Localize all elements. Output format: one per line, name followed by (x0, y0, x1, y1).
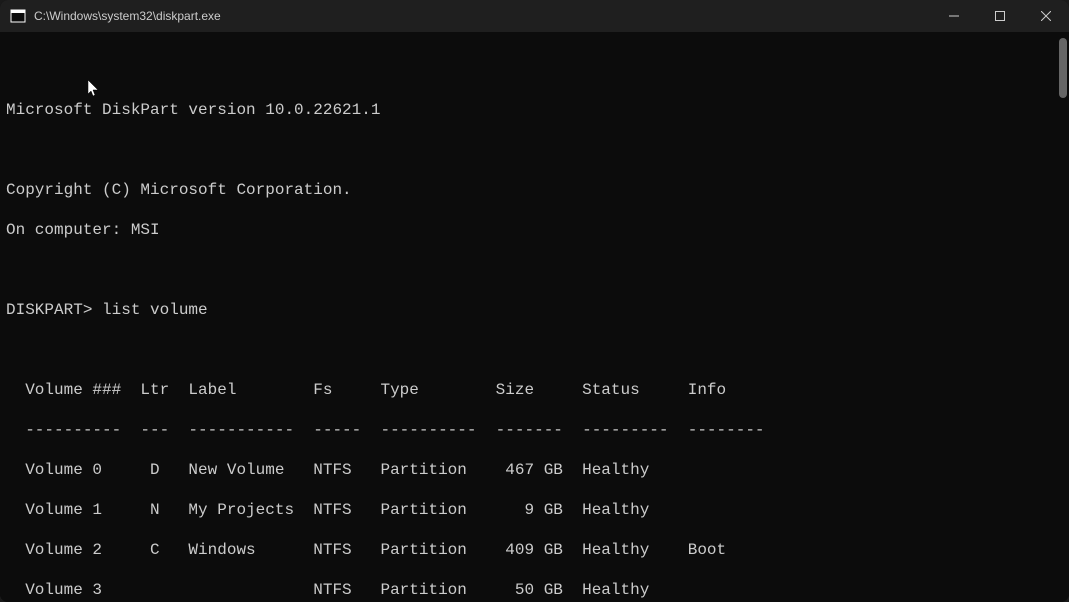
app-icon (10, 8, 26, 24)
terminal-output[interactable]: Microsoft DiskPart version 10.0.22621.1 … (0, 32, 1069, 602)
table-row: Volume 1 N My Projects NTFS Partition 9 … (6, 500, 1063, 520)
computer-line: On computer: MSI (6, 220, 1063, 240)
close-button[interactable] (1023, 0, 1069, 32)
blank-line (6, 340, 1063, 360)
table-row: Volume 0 D New Volume NTFS Partition 467… (6, 460, 1063, 480)
version-line: Microsoft DiskPart version 10.0.22621.1 (6, 100, 1063, 120)
table-row: Volume 2 C Windows NTFS Partition 409 GB… (6, 540, 1063, 560)
minimize-button[interactable] (931, 0, 977, 32)
scrollbar-thumb[interactable] (1059, 38, 1067, 98)
copyright-line: Copyright (C) Microsoft Corporation. (6, 180, 1063, 200)
window-controls (931, 0, 1069, 32)
blank-line (6, 260, 1063, 280)
table-divider: ---------- --- ----------- ----- -------… (6, 420, 1063, 440)
table-row: Volume 3 NTFS Partition 50 GB Healthy (6, 580, 1063, 600)
blank-line (6, 140, 1063, 160)
window-title: C:\Windows\system32\diskpart.exe (34, 9, 931, 23)
prompt-line: DISKPART> list volume (6, 300, 1063, 320)
table-header: Volume ### Ltr Label Fs Type Size Status… (6, 380, 1063, 400)
blank-line (6, 60, 1063, 80)
terminal-window: C:\Windows\system32\diskpart.exe Microso… (0, 0, 1069, 602)
titlebar[interactable]: C:\Windows\system32\diskpart.exe (0, 0, 1069, 32)
maximize-button[interactable] (977, 0, 1023, 32)
